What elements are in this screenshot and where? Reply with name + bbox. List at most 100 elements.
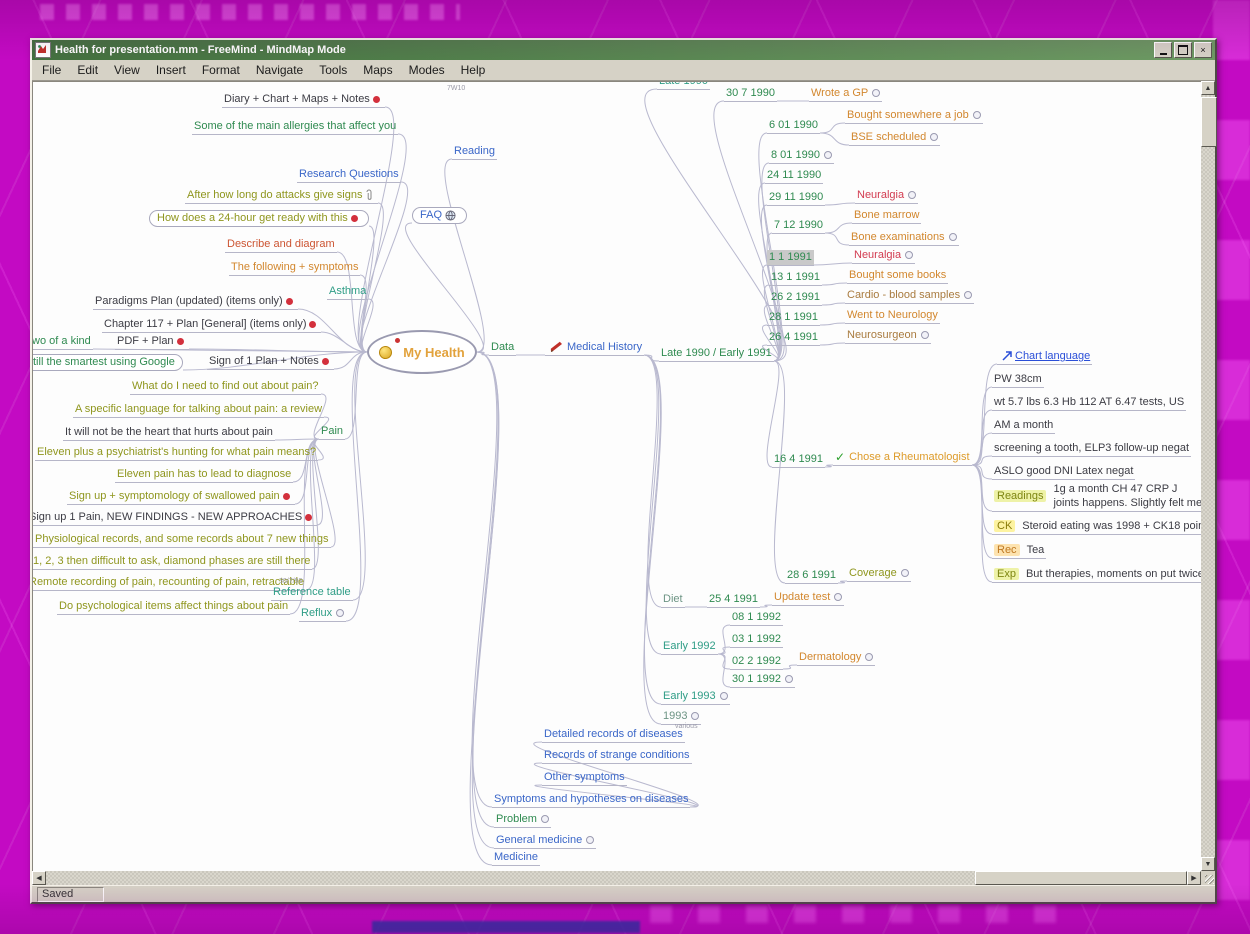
fold-handle[interactable]: [973, 111, 981, 119]
map-node-F6[interactable]: ASLO good DNI Latex negat: [992, 464, 1135, 480]
map-node-B3[interactable]: Other symptoms: [542, 770, 627, 786]
map-node-L26[interactable]: Reference table: [271, 585, 353, 601]
map-node-Pain[interactable]: Pain: [319, 424, 345, 440]
fold-handle[interactable]: [905, 251, 913, 259]
map-node-F1[interactable]: Chart language: [997, 349, 1092, 365]
title-bar[interactable]: Health for presentation.mm - FreeMind - …: [32, 40, 1215, 60]
map-node-C5[interactable]: Neuralgia: [855, 188, 918, 204]
map-node-D8[interactable]: 13 1 1991: [769, 270, 822, 286]
fold-handle[interactable]: [541, 815, 549, 823]
map-node-C10[interactable]: Went to Neurology: [845, 308, 940, 324]
map-node-R0a[interactable]: Data: [489, 340, 516, 356]
scroll-down-button[interactable]: ▼: [1201, 857, 1215, 871]
map-node-D12[interactable]: 16 4 1991: [772, 452, 825, 468]
map-node-C2b[interactable]: BSE scheduled: [849, 130, 940, 146]
map-node-C6b[interactable]: Bone examinations: [849, 230, 959, 246]
fold-handle[interactable]: [865, 653, 873, 661]
horizontal-scroll-track[interactable]: [46, 871, 1187, 885]
map-node-DietB[interactable]: 25 4 1991: [707, 592, 760, 608]
map-node-C9[interactable]: Cardio - blood samples: [845, 288, 974, 304]
map-node-B5[interactable]: Problem: [494, 812, 551, 828]
scroll-right-button[interactable]: ▶: [1187, 871, 1201, 885]
map-node-F5[interactable]: screening a tooth, ELP3 follow-up negat: [992, 441, 1191, 457]
fold-handle[interactable]: [921, 331, 929, 339]
map-node-E1[interactable]: 08 1 1992: [730, 610, 783, 626]
map-node-D11[interactable]: 26 4 1991: [767, 330, 820, 346]
map-node-L14b[interactable]: Sign of 1 Plan + Notes: [207, 354, 334, 370]
vertical-scroll-track[interactable]: [1201, 95, 1215, 857]
map-node-D1[interactable]: 30 7 1990: [724, 86, 777, 102]
minimize-button[interactable]: [1154, 42, 1172, 58]
scroll-left-button[interactable]: ◀: [32, 871, 46, 885]
map-node-F9[interactable]: RecTea: [992, 543, 1046, 559]
map-node-E3[interactable]: 02 2 1992: [730, 654, 783, 670]
fold-handle[interactable]: [691, 712, 699, 720]
map-node-L21[interactable]: Sign up 1 Pain, NEW FINDINGS - NEW APPRO…: [32, 510, 317, 526]
map-node-E3c[interactable]: Dermatology: [797, 650, 875, 666]
map-node-C2a[interactable]: Bought somewhere a job: [845, 108, 983, 124]
map-node-F10[interactable]: ExpBut therapies, moments on put twice a…: [992, 567, 1201, 583]
map-node-C11[interactable]: Neurosurgeon: [845, 328, 931, 344]
maximize-button[interactable]: [1174, 42, 1192, 58]
menu-item-modes[interactable]: Modes: [401, 61, 453, 79]
map-node-L18[interactable]: Eleven plus a psychiatrist's hunting for…: [35, 445, 318, 461]
fold-handle[interactable]: [964, 291, 972, 299]
map-node-R0b[interactable]: Medical History: [545, 340, 644, 356]
map-node-D13[interactable]: 28 6 1991: [785, 568, 838, 584]
map-node-Y93[interactable]: 1993: [661, 709, 701, 725]
map-node-L4[interactable]: Research Questions: [297, 167, 401, 183]
map-node-C1[interactable]: Wrote a GP: [809, 86, 882, 102]
scroll-up-button[interactable]: ▲: [1201, 81, 1215, 95]
map-node-L13b[interactable]: PDF + Plan: [115, 334, 189, 350]
map-node-L6[interactable]: FAQ: [412, 207, 467, 224]
fold-handle[interactable]: [930, 133, 938, 141]
menu-item-maps[interactable]: Maps: [355, 61, 400, 79]
map-node-L2[interactable]: Some of the main allergies that affect y…: [192, 119, 398, 135]
menu-item-view[interactable]: View: [106, 61, 148, 79]
map-node-F3[interactable]: wt 5.7 lbs 6.3 Hb 112 AT 6.47 tests, US: [992, 395, 1186, 411]
menu-item-format[interactable]: Format: [194, 61, 248, 79]
fold-handle[interactable]: [336, 609, 344, 617]
menu-item-tools[interactable]: Tools: [311, 61, 355, 79]
map-node-F2[interactable]: PW 38cm: [992, 372, 1044, 388]
map-node-L25[interactable]: Do psychological items affect things abo…: [57, 599, 290, 615]
vertical-scroll-thumb[interactable]: [1201, 97, 1217, 147]
horizontal-scrollbar[interactable]: ◀ ▶: [32, 871, 1215, 885]
map-node-E92[interactable]: Early 1992: [661, 639, 718, 655]
map-node-D9[interactable]: 26 2 1991: [769, 290, 822, 306]
map-node-E4[interactable]: 30 1 1992: [730, 672, 795, 688]
map-node-L7[interactable]: How does a 24-hour get ready with this: [149, 210, 369, 227]
map-node-L24[interactable]: Remote recording of pain, recounting of …: [32, 575, 306, 591]
map-node-L14a[interactable]: till the smartest using Google: [32, 354, 183, 371]
map-node-B1[interactable]: Detailed records of diseases: [542, 727, 685, 743]
fold-handle[interactable]: [949, 233, 957, 241]
map-node-DietC[interactable]: Update test: [772, 590, 844, 606]
vertical-scrollbar[interactable]: ▲ ▼: [1201, 81, 1215, 871]
fold-handle[interactable]: [901, 569, 909, 577]
map-node-B4[interactable]: Symptoms and hypotheses on diseases: [492, 792, 690, 808]
fold-handle[interactable]: [908, 191, 916, 199]
map-node-L1[interactable]: Diary + Chart + Maps + Notes: [222, 92, 385, 108]
map-node-D0[interactable]: Late 1990: [657, 81, 710, 90]
map-node-D13c[interactable]: Coverage: [847, 566, 911, 582]
menu-item-insert[interactable]: Insert: [148, 61, 194, 79]
map-node-C8[interactable]: Bought some books: [847, 268, 948, 284]
map-node-L8[interactable]: Describe and diagram: [225, 237, 337, 253]
menu-item-navigate[interactable]: Navigate: [248, 61, 311, 79]
map-node-F8[interactable]: CKSteroid eating was 1998 + CK18 points …: [992, 519, 1201, 535]
map-node-D7[interactable]: 1 1 1991: [767, 250, 814, 266]
map-node-L27[interactable]: Reflux: [299, 606, 346, 622]
map-node-D10[interactable]: 28 1 1991: [767, 310, 820, 326]
map-node-D3[interactable]: 8 01 1990: [769, 148, 834, 164]
map-node-L16[interactable]: A specific language for talking about pa…: [73, 402, 324, 418]
map-node-D12c[interactable]: ✓Chose a Rheumatologist: [833, 450, 972, 466]
fold-handle[interactable]: [872, 89, 880, 97]
map-node-L15[interactable]: What do I need to find out about pain?: [130, 379, 321, 395]
map-node-F7[interactable]: Readings1g a month CH 47 CRP Jjoints hap…: [992, 482, 1201, 512]
map-node-L9[interactable]: The following + symptoms: [229, 260, 360, 276]
map-node-B6[interactable]: General medicine: [494, 833, 596, 849]
menu-item-help[interactable]: Help: [453, 61, 494, 79]
map-node-E93[interactable]: Early 1993: [661, 689, 730, 705]
map-node-L3[interactable]: Reading: [452, 144, 497, 160]
map-node-L12[interactable]: Chapter 117 + Plan [General] (items only…: [102, 317, 321, 333]
